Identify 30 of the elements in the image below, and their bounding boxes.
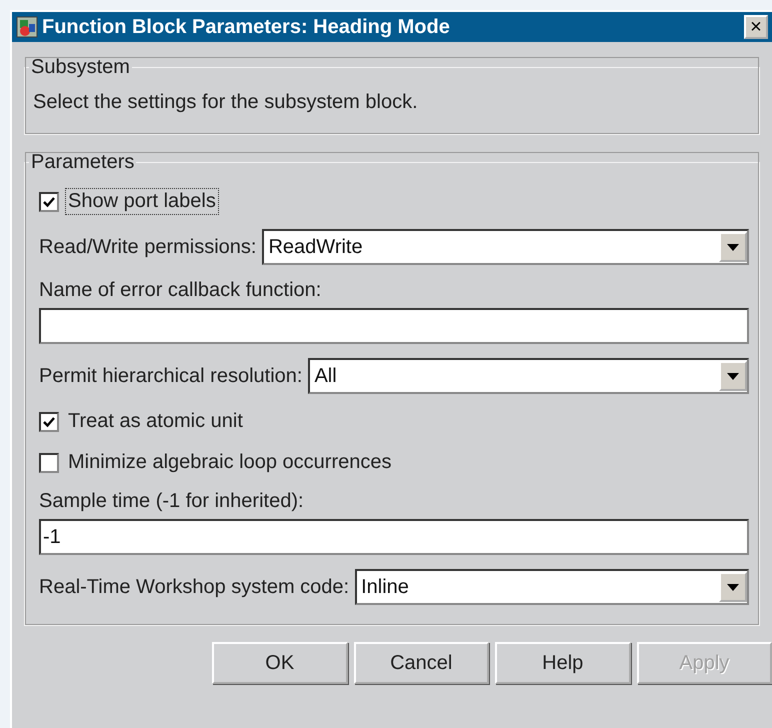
field-label: Sample time (-1 for inherited): — [39, 490, 305, 513]
input-field[interactable]: -1 — [39, 519, 749, 555]
dropdown[interactable]: ReadWrite — [262, 229, 749, 265]
group-title: Parameters — [30, 151, 136, 174]
checkmark-icon — [43, 196, 55, 208]
dialog-button[interactable]: Help — [495, 642, 630, 684]
checkmark-icon — [43, 416, 55, 428]
checkbox-label[interactable]: Minimize algebraic loop occurrences — [65, 449, 394, 476]
caret-icon — [727, 584, 739, 590]
dialog-button[interactable]: Cancel — [354, 642, 489, 684]
block-icon — [16, 16, 38, 38]
field-label: Name of error callback function: — [39, 279, 322, 302]
close-button[interactable]: × — [744, 15, 768, 39]
field-label: Read/Write permissions: — [39, 236, 256, 258]
checkbox[interactable] — [39, 412, 59, 432]
checkbox-label[interactable]: Show port labels — [65, 188, 219, 215]
description-text: Select the settings for the subsystem block. — [33, 91, 419, 114]
window-title: Function Block Parameters: Heading Mode — [42, 16, 451, 38]
checkbox[interactable] — [39, 192, 59, 212]
dropdown[interactable]: All — [308, 358, 749, 394]
field-label: Real-Time Workshop system code: — [39, 576, 350, 598]
checkbox[interactable] — [39, 452, 59, 472]
checkbox-label[interactable]: Treat as atomic unit — [65, 408, 246, 435]
caret-icon — [727, 244, 739, 250]
dropdown[interactable]: Inline — [355, 569, 749, 605]
field-label: Permit hierarchical resolution: — [39, 364, 302, 388]
caret-icon — [727, 372, 739, 380]
group-title: Subsystem — [30, 56, 131, 79]
dialog-button[interactable]: OK — [212, 642, 348, 684]
input-field[interactable] — [39, 308, 749, 344]
